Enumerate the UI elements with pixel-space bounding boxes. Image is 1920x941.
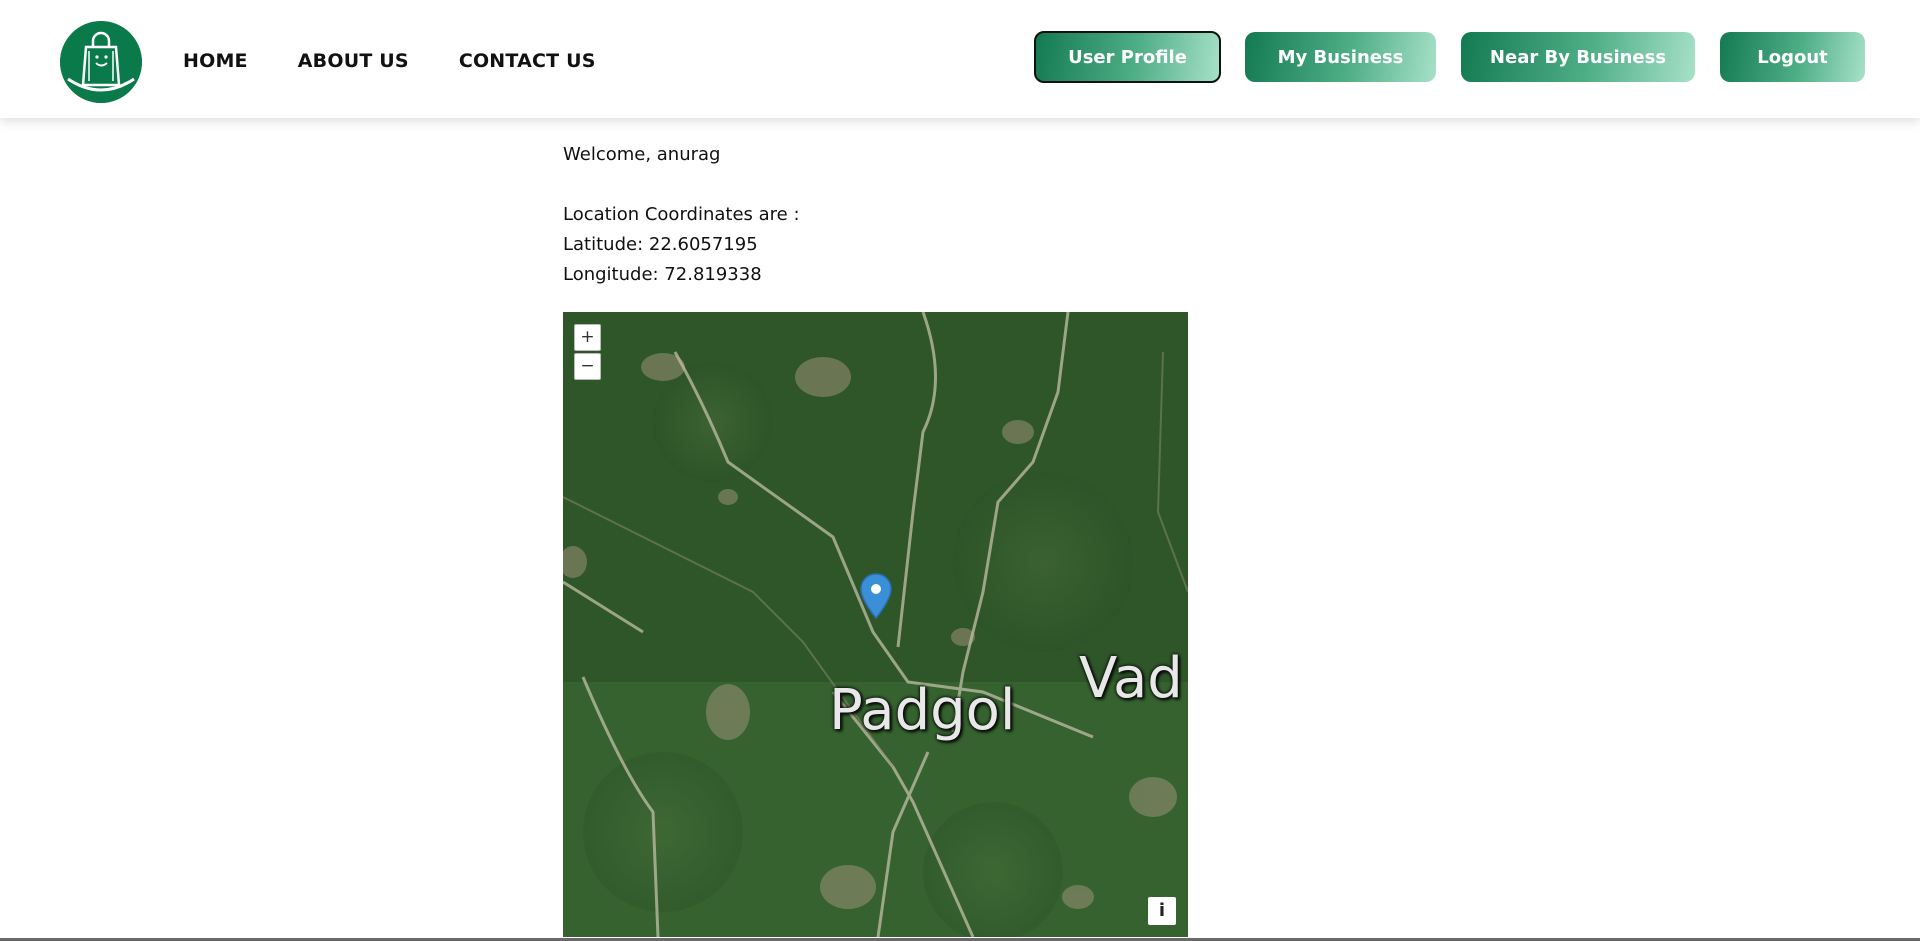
longitude-text: Longitude: 72.819338	[563, 264, 762, 285]
shopping-bag-logo-icon[interactable]	[60, 21, 142, 103]
zoom-in-button[interactable]: +	[574, 324, 601, 351]
nav-about-link[interactable]: ABOUT US	[298, 50, 409, 72]
latitude-text: Latitude: 22.6057195	[563, 234, 758, 255]
place-label-padgol: Padgol	[829, 678, 1016, 743]
user-profile-button[interactable]: User Profile	[1034, 31, 1221, 83]
location-map[interactable]: + − Padgol Vad i	[563, 312, 1188, 937]
welcome-text: Welcome, anurag	[563, 144, 721, 165]
coords-heading: Location Coordinates are :	[563, 204, 800, 225]
logo-graphic	[60, 21, 142, 103]
map-pin-icon[interactable]	[860, 573, 892, 619]
top-navbar: HOME ABOUT US CONTACT US User Profile My…	[0, 0, 1920, 118]
nav-links: HOME ABOUT US CONTACT US	[183, 50, 646, 72]
profile-content: Welcome, anurag Location Coordinates are…	[563, 140, 800, 290]
nav-contact-link[interactable]: CONTACT US	[459, 50, 596, 72]
map-info-button[interactable]: i	[1148, 897, 1176, 925]
satellite-imagery	[563, 312, 1188, 937]
nav-home-link[interactable]: HOME	[183, 50, 248, 72]
logout-button[interactable]: Logout	[1720, 32, 1865, 82]
place-label-vad: Vad	[1079, 646, 1183, 711]
my-business-button[interactable]: My Business	[1245, 32, 1436, 82]
near-by-business-button[interactable]: Near By Business	[1461, 32, 1695, 82]
zoom-out-button[interactable]: −	[574, 353, 601, 380]
